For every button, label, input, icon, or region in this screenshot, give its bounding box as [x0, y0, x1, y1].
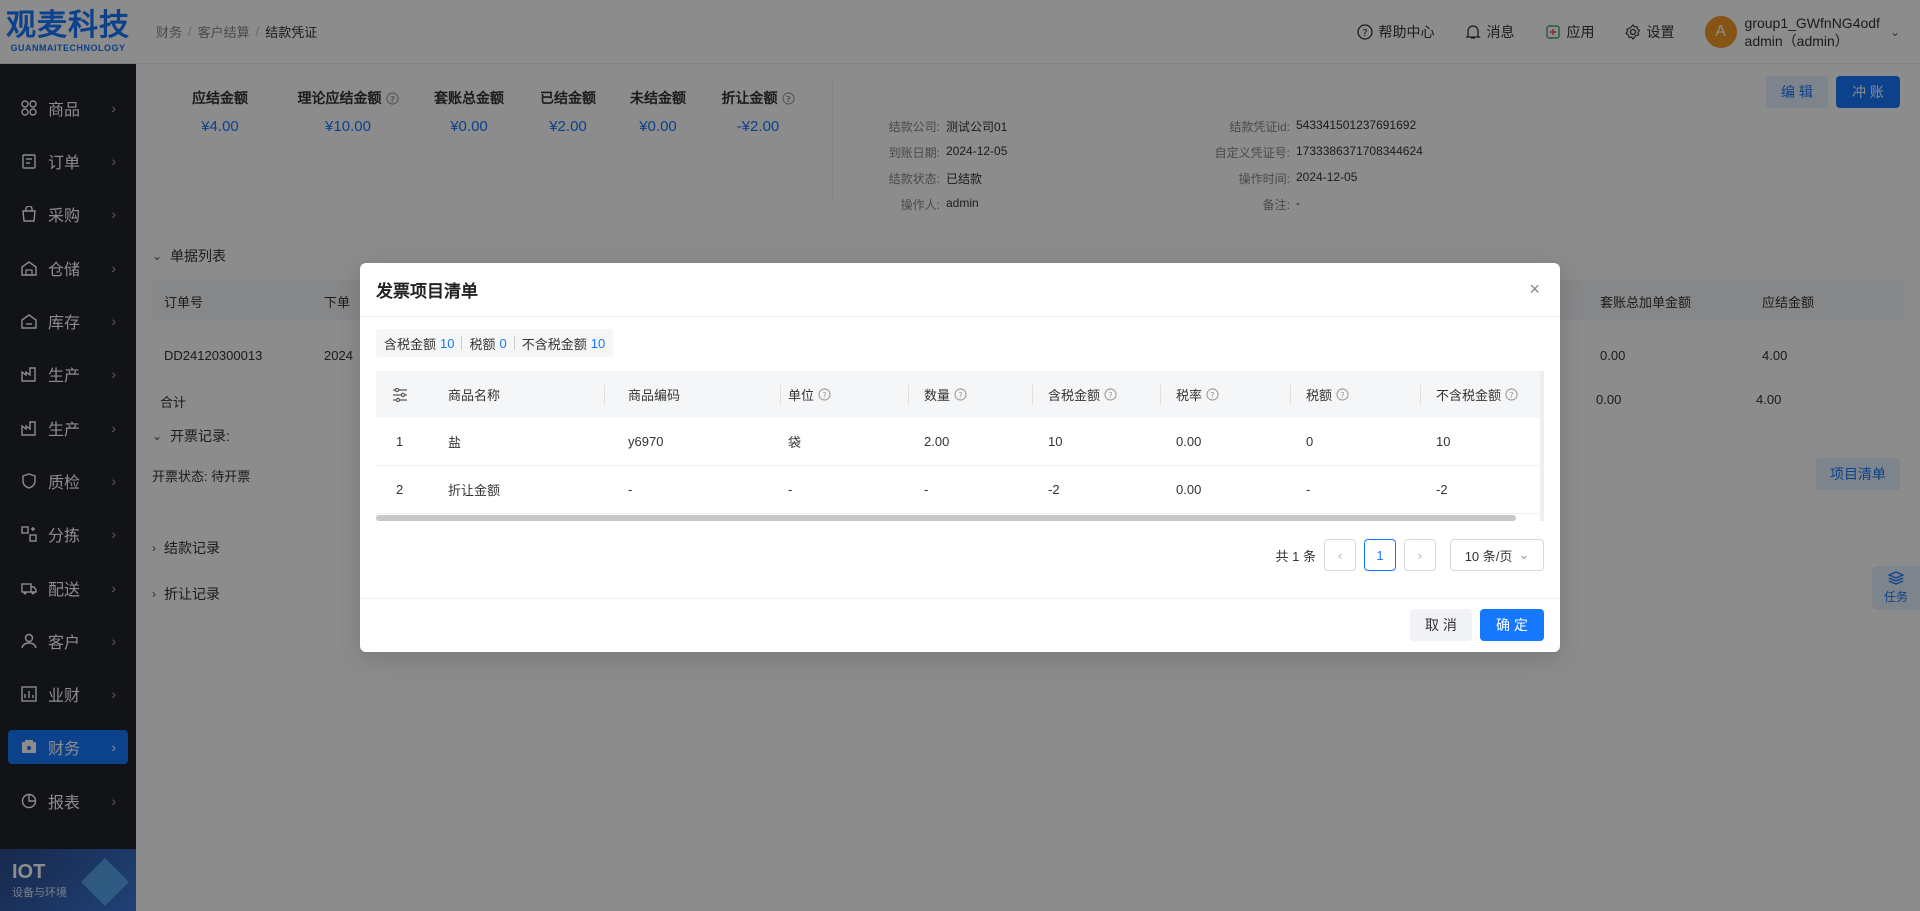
- column-header: 商品名称: [448, 388, 501, 403]
- column-header: 含税金额?: [1048, 371, 1117, 418]
- cancel-button[interactable]: 取 消: [1410, 609, 1472, 641]
- next-page-button[interactable]: ›: [1404, 539, 1436, 571]
- horizontal-scrollbar[interactable]: [376, 515, 1516, 521]
- invoice-items-modal: 发票项目清单 × 含税金额 10 税额 0 不含税金额 10 商品名称 商品编码 单位…: [360, 263, 1560, 652]
- help-icon[interactable]: ?: [954, 388, 967, 401]
- table-row: 2 折让金额 - - - -2 0.00 - -2: [376, 466, 1544, 514]
- page-size-select[interactable]: 10 条/页 ⌄: [1450, 539, 1544, 571]
- table-header: 商品名称 商品编码 单位? 数量? 含税金额? 税率? 税额? 不含税金额?: [376, 371, 1544, 418]
- svg-text:?: ?: [1509, 390, 1513, 400]
- svg-text:?: ?: [958, 390, 962, 400]
- pagination-total: 共 1 条: [1275, 548, 1316, 564]
- page-number-button[interactable]: 1: [1364, 539, 1396, 571]
- help-icon[interactable]: ?: [1336, 388, 1349, 401]
- help-icon[interactable]: ?: [1505, 388, 1518, 401]
- help-icon[interactable]: ?: [1206, 388, 1219, 401]
- pagination: 共 1 条 ‹ 1 › 10 条/页 ⌄: [1276, 539, 1544, 571]
- column-header: 不含税金额?: [1436, 371, 1518, 418]
- modal-footer: 取 消 确 定: [360, 598, 1560, 652]
- vertical-scrollbar[interactable]: [1540, 371, 1544, 521]
- help-icon[interactable]: ?: [818, 388, 831, 401]
- column-header: 单位?: [788, 371, 831, 418]
- column-header: 商品编码: [628, 388, 681, 403]
- chevron-down-icon: ⌄: [1518, 547, 1530, 562]
- invoice-items-table: 商品名称 商品编码 单位? 数量? 含税金额? 税率? 税额? 不含税金额? 1…: [376, 371, 1544, 521]
- svg-text:?: ?: [1210, 390, 1214, 400]
- table-row: 1 盐 y6970 袋 2.00 10 0.00 0 10: [376, 418, 1544, 466]
- prev-page-button[interactable]: ‹: [1324, 539, 1356, 571]
- svg-text:?: ?: [1340, 390, 1344, 400]
- modal-title: 发票项目清单: [376, 282, 478, 301]
- column-settings-icon[interactable]: [392, 371, 408, 418]
- svg-text:?: ?: [1108, 390, 1112, 400]
- confirm-button[interactable]: 确 定: [1480, 609, 1544, 641]
- help-icon[interactable]: ?: [1104, 388, 1117, 401]
- column-header: 税率?: [1176, 371, 1219, 418]
- invoice-totals: 含税金额 10 税额 0 不含税金额 10: [376, 329, 614, 357]
- svg-text:?: ?: [822, 390, 826, 400]
- column-header: 数量?: [924, 371, 967, 418]
- column-header: 税额?: [1306, 371, 1349, 418]
- close-icon[interactable]: ×: [1529, 279, 1540, 300]
